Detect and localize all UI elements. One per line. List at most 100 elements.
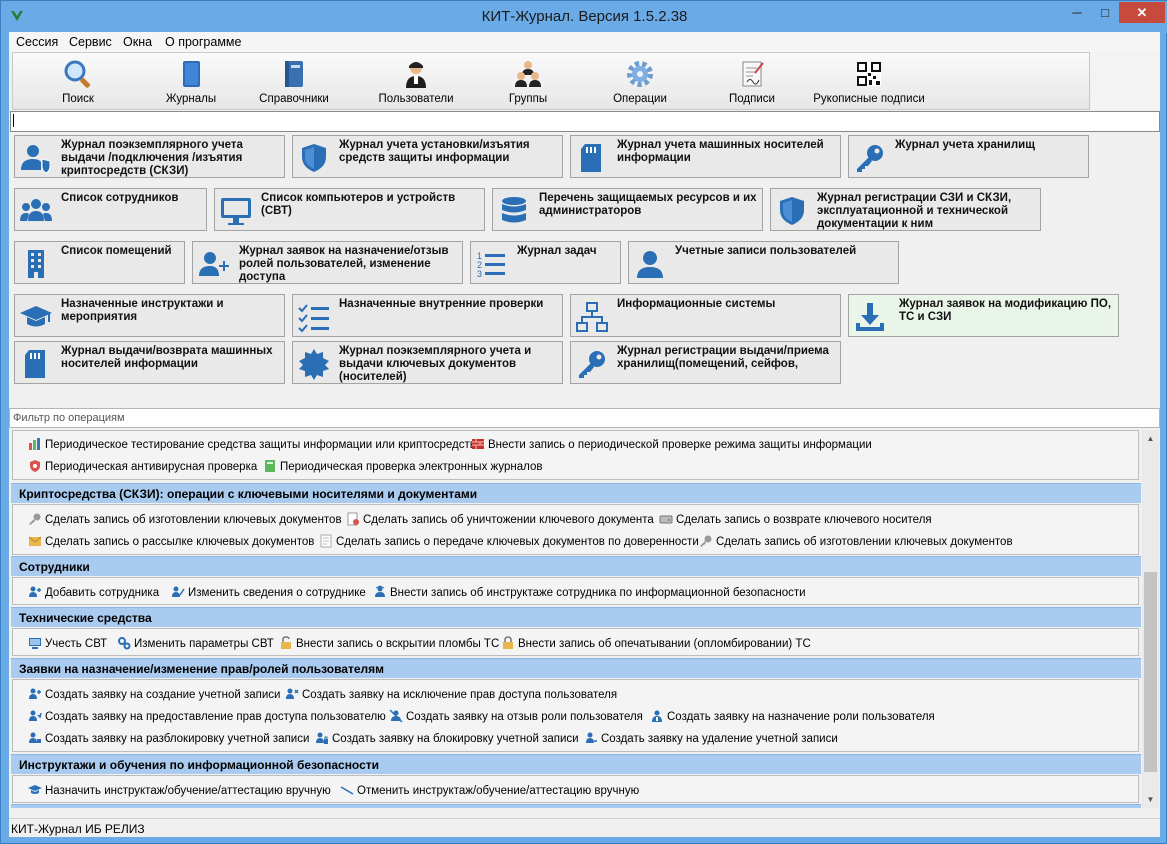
menu-about[interactable]: О программе [165, 35, 241, 49]
op-request-grant-rights[interactable]: Создать заявку на предоставление прав до… [28, 709, 386, 723]
op-periodic-testing[interactable]: Периодическое тестирование средства защи… [28, 437, 476, 451]
tile-storage-issue-journal[interactable]: Журнал регистрации выдачи/приема хранили… [570, 341, 841, 384]
tile-role-requests[interactable]: Журнал заявок на назначение/отзыв ролей … [192, 241, 463, 284]
op-seal-opening[interactable]: Внести запись о вскрытии пломбы ТС [279, 636, 499, 650]
tile-rooms[interactable]: Список помещений [14, 241, 185, 284]
toolbar-handwritten-signatures-button[interactable]: Рукописные подписи [810, 59, 928, 109]
toolbar-signatures-button[interactable]: Подписи [697, 59, 807, 109]
op-request-unblock[interactable]: Создать заявку на разблокировку учетной … [28, 731, 309, 745]
tile-storage-journal[interactable]: Журнал учета хранилищ [848, 135, 1089, 178]
tile-modification-requests[interactable]: Журнал заявок на модификацию ПО, ТС и СЗ… [848, 294, 1119, 337]
tile-trainings[interactable]: Назначенные инструктажи и мероприятия [14, 294, 285, 337]
network-icon [576, 302, 608, 332]
minimize-button[interactable]: ─ [1063, 2, 1091, 23]
key-icon [579, 351, 605, 378]
op-request-block[interactable]: Создать заявку на блокировку учетной зап… [315, 731, 579, 745]
op-register-svt[interactable]: Учесть СВТ [28, 636, 107, 650]
maximize-button[interactable]: □ [1091, 2, 1119, 23]
op-label: Создать заявку на удаление учетной запис… [601, 733, 838, 745]
op-assign-training[interactable]: Назначить инструктаж/обучение/аттестацию… [28, 783, 331, 797]
op-key-doc-destroy[interactable]: Сделать запись об уничтожении ключевого … [346, 512, 654, 526]
toolbar-groups-button[interactable]: Группы [473, 59, 583, 109]
op-request-assign-role[interactable]: Создать заявку на назначение роли пользо… [650, 709, 935, 723]
op-key-docs-proxy[interactable]: Сделать запись о передаче ключевых докум… [319, 534, 699, 548]
key-icon [700, 535, 712, 547]
tile-szi-install-journal[interactable]: Журнал учета установки/изъятия средств з… [292, 135, 563, 178]
op-request-create-account[interactable]: Создать заявку на создание учетной запис… [28, 687, 280, 701]
group-header-technical[interactable]: Технические средства [11, 607, 1141, 627]
signature-icon [742, 61, 764, 87]
op-label: Создать заявку на отзыв роли пользовател… [406, 711, 643, 723]
tile-label: Журнал заявок на модификацию ПО, ТС и СЗ… [899, 298, 1112, 323]
tile-resources[interactable]: Перечень защищаемых ресурсов и их админи… [492, 188, 763, 231]
user-edit-icon [172, 586, 185, 597]
toolbar-operations-button[interactable]: Операции [585, 59, 695, 109]
tile-employees[interactable]: Список сотрудников [14, 188, 207, 231]
op-key-docs-mailing[interactable]: Сделать запись о рассылке ключевых докум… [28, 534, 314, 548]
gear-icon [627, 61, 653, 87]
scroll-down-icon[interactable]: ▼ [1142, 791, 1159, 808]
tile-szi-registry[interactable]: Журнал регистрации СЗИ и СКЗИ, эксплуата… [770, 188, 1041, 231]
group-trainings: Назначить инструктаж/обучение/аттестацию… [12, 775, 1139, 803]
tile-label: Назначенные внутренние проверки [339, 298, 544, 310]
toolbar-users-button[interactable]: Пользователи [361, 59, 471, 109]
document-delete-icon [347, 512, 359, 526]
menu-session[interactable]: Сессия [16, 35, 58, 49]
scroll-thumb[interactable] [1144, 572, 1157, 772]
group-header-crypto[interactable]: Криптосредства (СКЗИ): операции с ключев… [11, 483, 1141, 503]
toolbar-references-button[interactable]: Справочники [239, 59, 349, 109]
group-title: Заявки на назначение/изменение прав/роле… [19, 662, 385, 676]
op-request-revoke-role[interactable]: Создать заявку на отзыв роли пользовател… [389, 709, 643, 723]
operations-filter-input[interactable]: Фильтр по операциям [9, 408, 1160, 428]
op-edit-svt[interactable]: Изменить параметры СВТ [117, 636, 274, 650]
search-caret-layer [10, 111, 1160, 132]
toolbar-search-button[interactable]: Поиск [23, 59, 133, 109]
group-header-employees[interactable]: Сотрудники [11, 556, 1141, 576]
tile-key-documents-journal[interactable]: Журнал поэкземплярного учета и выдачи кл… [292, 341, 563, 384]
op-add-employee[interactable]: Добавить сотрудника [28, 585, 159, 599]
tile-computers[interactable]: Список компьютеров и устройств (СВТ) [214, 188, 485, 231]
op-e-journal-check[interactable]: Периодическая проверка электронных журна… [263, 459, 542, 473]
group-title: Криптосредства (СКЗИ): операции с ключев… [19, 487, 478, 501]
menu-windows[interactable]: Окна [123, 35, 152, 49]
op-label: Сделать запись об изготовлении ключевых … [716, 536, 1013, 548]
filter-placeholder: Фильтр по операциям [13, 412, 125, 424]
menu-service[interactable]: Сервис [69, 35, 112, 49]
tile-internal-audits[interactable]: Назначенные внутренние проверки [292, 294, 563, 337]
op-key-docs-create[interactable]: Сделать запись об изготовлении ключевых … [28, 512, 342, 526]
tile-label: Перечень защищаемых ресурсов и их админи… [539, 192, 757, 217]
op-edit-employee[interactable]: Изменить сведения о сотруднике [171, 585, 366, 599]
tile-tasks[interactable]: 123 Журнал задач [470, 241, 621, 284]
operations-scrollbar[interactable]: ▲ ▼ [1142, 430, 1159, 808]
op-label: Назначить инструктаж/обучение/аттестацию… [45, 785, 331, 797]
op-key-docs-create-2[interactable]: Сделать запись об изготовлении ключевых … [699, 534, 1013, 548]
group-header-requests[interactable]: Заявки на назначение/изменение прав/роле… [11, 658, 1141, 678]
title-bar[interactable]: КИТ-Журнал. Версия 1.5.2.38 ─ □ ✕ [1, 1, 1167, 33]
toolbar-label: Операции [613, 93, 667, 105]
scroll-up-icon[interactable]: ▲ [1142, 430, 1159, 447]
tile-skzi-journal[interactable]: Журнал поэкземплярного учета выдачи /под… [14, 135, 285, 178]
computer-icon [29, 638, 41, 649]
tile-media-journal[interactable]: Журнал учета машинных носителей информац… [570, 135, 841, 178]
op-cancel-training[interactable]: Отменить инструктаж/обучение/аттестацию … [340, 783, 639, 797]
op-request-exclude-rights[interactable]: Создать заявку на исключение прав доступ… [285, 687, 617, 701]
op-antivirus-check[interactable]: Периодическая антивирусная проверка [28, 459, 257, 473]
toolbar-journals-button[interactable]: Журналы [136, 59, 246, 109]
user-icon [637, 251, 663, 278]
op-request-delete-account[interactable]: Создать заявку на удаление учетной запис… [584, 731, 838, 745]
op-sealing[interactable]: Внести запись об опечатывании (опломбиро… [501, 636, 811, 650]
op-key-carrier-return[interactable]: Сделать запись о возврате ключевого носи… [659, 512, 932, 526]
tile-media-issue-journal[interactable]: Журнал выдачи/возврата машинных носителе… [14, 341, 285, 384]
user-role-icon [652, 710, 662, 722]
tile-user-accounts[interactable]: Учетные записи пользователей [628, 241, 899, 284]
close-button[interactable]: ✕ [1119, 2, 1165, 23]
op-employee-briefing[interactable]: Внести запись об инструктаже сотрудника … [373, 585, 806, 599]
user-add-icon [29, 688, 41, 699]
group-header-trainings[interactable]: Инструктажи и обучения по информационной… [11, 754, 1141, 774]
database-icon [502, 197, 526, 223]
op-periodic-regime-check[interactable]: Внести запись о периодической проверке р… [471, 437, 872, 451]
op-label: Создать заявку на назначение роли пользо… [667, 711, 935, 723]
tile-label: Список сотрудников [61, 192, 179, 204]
op-label: Отменить инструктаж/обучение/аттестацию … [357, 785, 640, 797]
tile-info-systems[interactable]: Информационные системы [570, 294, 841, 337]
